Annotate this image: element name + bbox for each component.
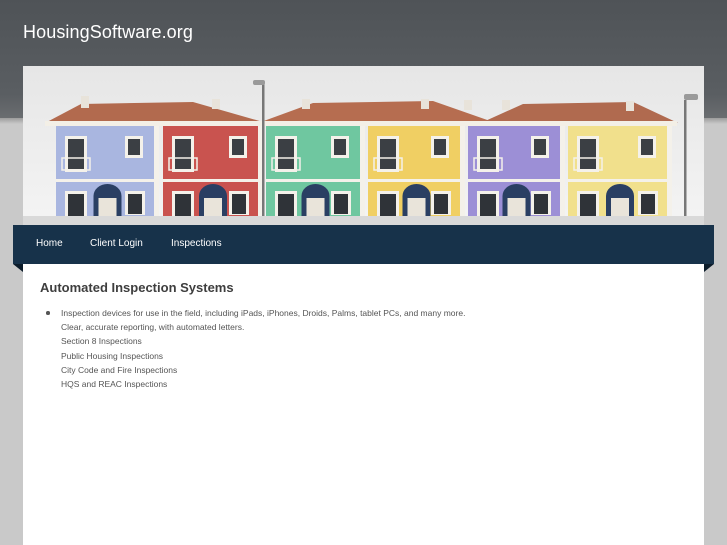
main-nav: Home Client Login Inspections <box>13 225 714 264</box>
nav-item-client-login[interactable]: Client Login <box>90 238 143 249</box>
nav-item-home[interactable]: Home <box>36 238 63 249</box>
feature-list: Inspection devices for use in the field,… <box>40 306 465 391</box>
list-item: Clear, accurate reporting, with automate… <box>40 320 465 334</box>
page-heading: Automated Inspection Systems <box>40 280 234 295</box>
bullet-icon <box>46 311 50 315</box>
nav-item-inspections[interactable]: Inspections <box>171 238 222 249</box>
site-title[interactable]: HousingSoftware.org <box>23 22 193 43</box>
townhouses-illustration <box>23 66 704 225</box>
banner-image <box>23 66 704 225</box>
nav-ribbon-fold-left <box>13 264 23 272</box>
list-item-text: Clear, accurate reporting, with automate… <box>61 322 245 333</box>
list-item: Public Housing Inspections <box>40 349 465 363</box>
main-content: Automated Inspection Systems Inspection … <box>23 264 704 545</box>
list-item: Section 8 Inspections <box>40 334 465 348</box>
list-item: City Code and Fire Inspections <box>40 363 465 377</box>
list-item-text: Public Housing Inspections <box>61 350 164 361</box>
list-item: Inspection devices for use in the field,… <box>40 306 465 320</box>
nav-ribbon-fold-right <box>704 264 714 272</box>
list-item-text: HQS and REAC Inspections <box>61 378 168 389</box>
list-item-text: City Code and Fire Inspections <box>61 364 178 375</box>
list-item-text: Section 8 Inspections <box>61 336 142 347</box>
list-item: HQS and REAC Inspections <box>40 377 465 391</box>
list-item-text: Inspection devices for use in the field,… <box>61 308 466 318</box>
